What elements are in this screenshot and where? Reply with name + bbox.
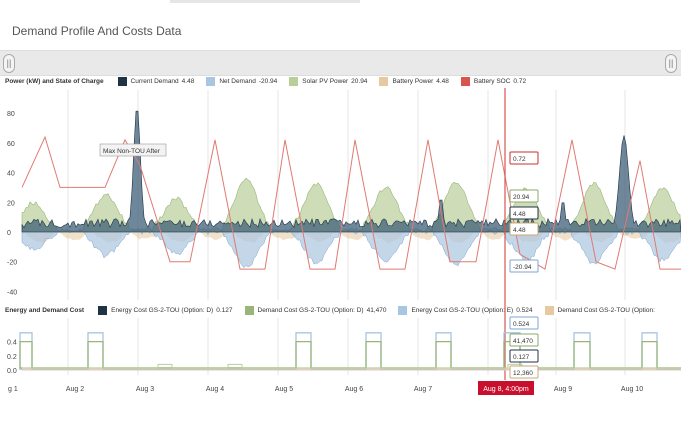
power-crosshair-label-4: -20.94 — [509, 259, 539, 273]
crosshair-label-text: 4.48 — [513, 227, 526, 234]
power-y-tick: -20 — [7, 260, 17, 267]
x-axis-tick: Aug 9 — [554, 386, 572, 393]
cost-crosshair-label-3: 12,360 — [509, 365, 539, 379]
x-axis-tick: Aug 7 — [414, 386, 432, 393]
annotation-text: Max Non-TOU After — [103, 148, 161, 155]
cost-y-tick: 0.2 — [7, 354, 17, 361]
x-axis-tick: Aug 4 — [206, 386, 224, 393]
x-axis-tick: Aug 10 — [621, 386, 643, 393]
crosshair-label-text: 0.524 — [513, 321, 530, 328]
chart-canvas[interactable]: 80 60 40 20 0 -20 -40 Max Non-TOU After 0.72 20.9… — [0, 0, 681, 422]
crosshair-label-text: 41,470 — [513, 338, 533, 345]
cost-crosshair-label-0: 0.524 — [509, 316, 539, 330]
power-crosshair-label-3: 4.48 — [509, 222, 539, 236]
crosshair-label-text: 0.127 — [513, 354, 530, 361]
date-flag-text: Aug 8, 4:00pm — [483, 386, 529, 393]
power-y-tick: 40 — [7, 171, 15, 178]
power-crosshair-label-0: 0.72 — [509, 151, 539, 165]
cost-crosshair-label-2: 0.127 — [509, 349, 539, 363]
power-y-tick: 0 — [7, 230, 11, 237]
crosshair-label-text: -20.94 — [513, 264, 532, 271]
crosshair-label-text: 0.72 — [513, 156, 526, 163]
x-axis-tick: Aug 5 — [275, 386, 293, 393]
crosshair-label-text: 20.94 — [513, 194, 530, 201]
x-axis-tick: g 1 — [8, 386, 18, 393]
power-y-tick: 20 — [7, 200, 15, 207]
crosshair-label-text: 4.48 — [513, 211, 526, 218]
power-y-tick: 80 — [7, 111, 15, 118]
power-crosshair-label-1: 20.94 — [509, 189, 539, 203]
x-axis-tick: Aug 2 — [66, 386, 84, 393]
cost-y-tick: 0.0 — [7, 368, 17, 375]
x-axis-tick: Aug 6 — [345, 386, 363, 393]
power-y-tick: -40 — [7, 289, 17, 296]
power-crosshair-label-2: 4.48 — [509, 206, 539, 220]
crosshair-label-text: 12,360 — [513, 370, 533, 377]
x-axis-tick: Aug 3 — [136, 386, 154, 393]
cost-crosshair-label-1: 41,470 — [509, 333, 539, 347]
demand-cost-d-line — [19, 340, 681, 369]
power-y-tick: 60 — [7, 141, 15, 148]
energy-cost-e-line — [19, 332, 681, 370]
max-non-tou-annotation: Max Non-TOU After — [99, 143, 167, 157]
cost-y-tick: 0.4 — [7, 340, 17, 347]
crosshair-date-flag: Aug 8, 4:00pm — [478, 381, 534, 395]
